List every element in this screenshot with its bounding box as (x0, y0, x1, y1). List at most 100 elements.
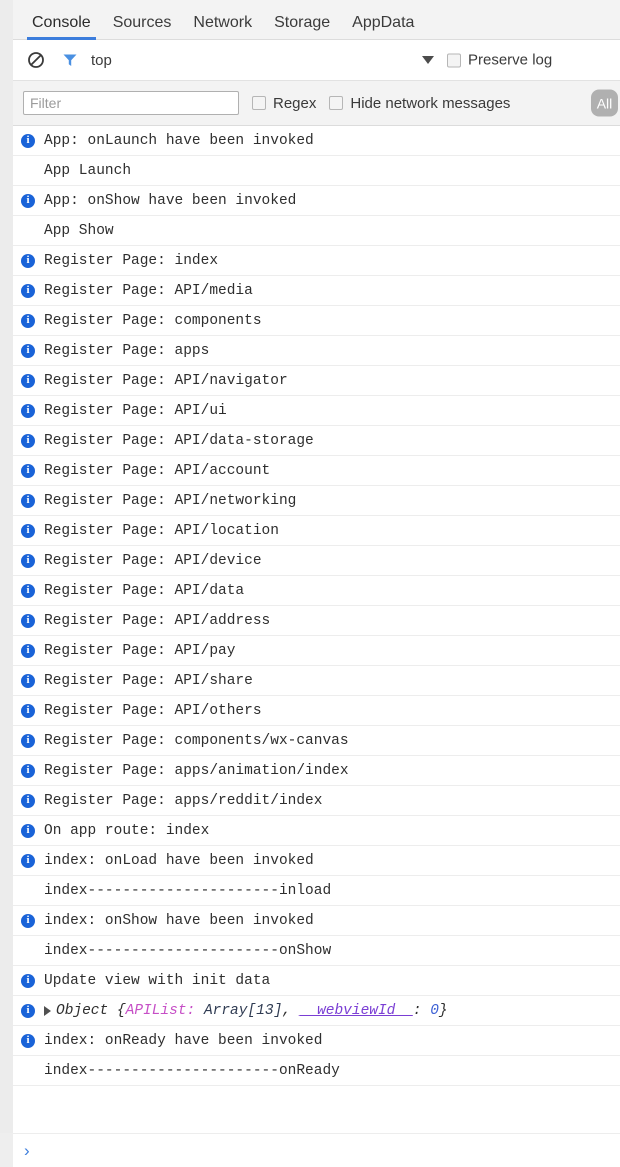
info-icon: i (21, 733, 35, 748)
log-message: Register Page: apps/reddit/index (44, 792, 323, 809)
left-gutter (0, 0, 13, 1133)
log-message: App: onShow have been invoked (44, 192, 297, 209)
log-row[interactable]: App Launch (13, 156, 620, 186)
log-row[interactable]: i Register Page: index (13, 246, 620, 276)
log-row[interactable]: index----------------------inload (13, 876, 620, 906)
chevron-down-icon[interactable] (422, 56, 434, 64)
log-message: App Launch (44, 162, 132, 179)
log-row[interactable]: i On app route: index (13, 816, 620, 846)
log-row[interactable]: i Register Page: components/wx-canvas (13, 726, 620, 756)
info-icon: i (21, 613, 35, 628)
object-colon: : (412, 1002, 431, 1019)
preserve-log-control[interactable]: Preserve log (447, 52, 552, 69)
log-row[interactable]: i index: onShow have been invoked (13, 906, 620, 936)
log-message: On app route: index (44, 822, 210, 839)
log-row[interactable]: i App: onLaunch have been invoked (13, 126, 620, 156)
console-filter-bar: Regex Hide network messages All (13, 81, 620, 126)
log-row[interactable]: i Register Page: API/media (13, 276, 620, 306)
log-row[interactable]: i Register Page: apps/animation/index (13, 756, 620, 786)
info-icon: i (21, 823, 35, 838)
info-icon: i (21, 853, 35, 868)
log-row[interactable]: i Register Page: API/navigator (13, 366, 620, 396)
console-toolbar: top Preserve log (13, 40, 620, 81)
hide-network-checkbox[interactable] (329, 96, 344, 110)
preserve-log-checkbox[interactable] (447, 53, 461, 67)
log-message: Register Page: API/media (44, 282, 253, 299)
log-row[interactable]: i Object {APIList: Array[13], __webviewId… (13, 996, 620, 1026)
log-message: Register Page: API/account (44, 462, 271, 479)
log-message: index----------------------onShow (44, 942, 332, 959)
log-row[interactable]: i index: onLoad have been invoked (13, 846, 620, 876)
log-row[interactable]: index----------------------onShow (13, 936, 620, 966)
hide-network-label: Hide network messages (350, 94, 511, 112)
log-message: index----------------------onReady (44, 1062, 340, 1079)
log-row[interactable]: i Register Page: apps (13, 336, 620, 366)
log-row[interactable]: i Register Page: API/share (13, 666, 620, 696)
log-message: Register Page: components (44, 312, 262, 329)
info-icon: i (21, 583, 35, 598)
clear-console-button[interactable] (23, 47, 49, 73)
log-row[interactable]: i Register Page: API/account (13, 456, 620, 486)
devtools-panel: Console Sources Network Storage AppData … (13, 0, 620, 1167)
filter-button[interactable] (57, 47, 83, 73)
info-icon: i (21, 673, 35, 688)
preserve-log-label: Preserve log (468, 51, 553, 69)
tab-network[interactable]: Network (182, 13, 263, 39)
log-message: App Show (44, 222, 114, 239)
log-message: Update view with init data (44, 972, 271, 989)
tab-console[interactable]: Console (21, 13, 102, 40)
log-message: Register Page: API/navigator (44, 372, 288, 389)
tab-sources[interactable]: Sources (102, 13, 183, 39)
object-name: Object (56, 1002, 109, 1019)
log-row[interactable]: i Register Page: API/device (13, 546, 620, 576)
devtools-window: Console Sources Network Storage AppData … (0, 0, 620, 1167)
log-row[interactable]: i Register Page: API/pay (13, 636, 620, 666)
console-prompt-row[interactable]: › (13, 1133, 620, 1167)
log-row[interactable]: i Register Page: API/networking (13, 486, 620, 516)
log-row[interactable]: i Register Page: apps/reddit/index (13, 786, 620, 816)
object-val1: Array[13] (195, 1002, 283, 1019)
regex-checkbox[interactable] (252, 96, 266, 110)
log-message: Register Page: API/data-storage (44, 432, 314, 449)
log-row[interactable]: i Register Page: components (13, 306, 620, 336)
log-row[interactable]: i index: onReady have been invoked (13, 1026, 620, 1056)
object-key2: __webviewId__ (299, 1002, 413, 1019)
log-row[interactable]: i Register Page: API/others (13, 696, 620, 726)
info-icon: i (21, 463, 35, 478)
tab-network-label: Network (193, 14, 253, 31)
disclosure-triangle-icon[interactable] (44, 1005, 51, 1016)
log-message: Register Page: index (44, 252, 219, 269)
info-icon: i (21, 973, 35, 988)
log-row[interactable]: i Register Page: API/ui (13, 396, 620, 426)
log-message: Register Page: API/networking (44, 492, 297, 509)
hide-network-control[interactable]: Hide network messages (329, 95, 510, 112)
log-message: index: onReady have been invoked (44, 1032, 323, 1049)
log-row[interactable]: i Register Page: API/data (13, 576, 620, 606)
object-val2: 0 (430, 1002, 439, 1019)
log-row[interactable]: index----------------------onReady (13, 1056, 620, 1086)
log-message: Register Page: API/ui (44, 402, 227, 419)
log-row[interactable]: App Show (13, 216, 620, 246)
log-row[interactable]: i Register Page: API/address (13, 606, 620, 636)
regex-control[interactable]: Regex (252, 95, 316, 112)
info-icon: i (21, 553, 35, 568)
log-row[interactable]: i Register Page: API/data-storage (13, 426, 620, 456)
log-message: Register Page: API/address (44, 612, 271, 629)
tab-appdata[interactable]: AppData (341, 13, 425, 39)
object-key1: APIList: (125, 1002, 196, 1019)
info-icon: i (21, 523, 35, 538)
devtools-tab-bar: Console Sources Network Storage AppData (13, 0, 620, 40)
log-message: index: onShow have been invoked (44, 912, 314, 929)
filter-funnel-icon (63, 54, 77, 66)
prompt-chevron-icon: › (24, 1140, 30, 1160)
filter-input[interactable] (23, 91, 239, 115)
log-message: Register Page: API/device (44, 552, 262, 569)
tab-storage[interactable]: Storage (263, 13, 341, 39)
log-row[interactable]: i App: onShow have been invoked (13, 186, 620, 216)
log-row[interactable]: i Register Page: API/location (13, 516, 620, 546)
info-icon: i (21, 283, 35, 298)
log-row[interactable]: i Update view with init data (13, 966, 620, 996)
execution-context-label[interactable]: top (91, 52, 112, 69)
info-icon: i (21, 253, 35, 268)
level-filter-all-badge[interactable]: All (591, 89, 618, 117)
